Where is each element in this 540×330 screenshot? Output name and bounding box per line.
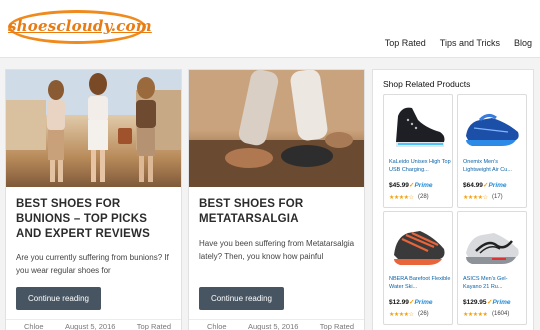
review-count[interactable]: (28) [418,194,429,200]
nav-tips-and-tricks[interactable]: Tips and Tricks [440,38,500,48]
product-name[interactable]: KaLeido Unisex High Top USB Charging... [389,159,451,174]
post-excerpt: Have you been suffering from Metatarsalg… [199,239,355,261]
product-name[interactable]: ASICS Men's Gel-Kayano 21 Ru... [463,276,525,291]
product-card[interactable]: Onemix Men's Lightweight Air Cu... $64.9… [457,94,527,208]
nav-top-rated[interactable]: Top Rated [385,38,426,48]
led-high-top-sneaker-icon[interactable] [388,98,448,156]
product-price: $12.99 [389,299,409,306]
rating-stars: ★★★★★ [463,312,488,318]
prime-badge: ✓Prime [409,299,433,306]
product-name[interactable]: NBERA Barefoot Flexible Water Ski... [389,276,451,291]
post-meta: Chloe August 5, 2016 Top Rated [6,319,181,330]
post-category[interactable]: Top Rated [137,322,171,330]
water-shoe-icon[interactable] [388,215,448,273]
rating-stars: ★★★★☆ [389,195,414,201]
prime-badge: ✓Prime [483,182,507,189]
prime-badge: ✓Prime [487,299,511,306]
post-card: BEST SHOES FOR BUNIONS – TOP PICKS AND E… [5,69,182,330]
logo-text: shoescloudy.com [8,17,152,35]
review-count[interactable]: (26) [418,311,429,317]
shop-sidebar: Shop Related Products KaLeido Unisex Hig… [372,69,534,330]
post-card: BEST SHOES FOR METATARSALGIA Have you be… [188,69,365,330]
product-price: $129.95 [463,299,487,306]
blue-running-shoe-icon[interactable] [462,98,522,156]
post-meta: Chloe August 5, 2016 Top Rated [189,319,364,330]
sidebar-title: Shop Related Products [383,79,471,89]
post-thumbnail-women-walking[interactable] [6,70,181,187]
continue-reading-button[interactable]: Continue reading [199,287,284,310]
post-title[interactable]: BEST SHOES FOR METATARSALGIA [199,197,357,227]
post-thumbnail-seated-feet[interactable] [189,70,364,187]
asics-running-shoe-icon[interactable] [462,215,522,273]
post-date: August 5, 2016 [247,322,299,330]
main-nav: Top Rated Tips and Tricks Blog [385,38,532,48]
site-logo[interactable]: shoescloudy.com [8,10,152,44]
continue-reading-button[interactable]: Continue reading [16,287,101,310]
product-name[interactable]: Onemix Men's Lightweight Air Cu... [463,159,525,174]
prime-badge: ✓Prime [409,182,433,189]
product-card[interactable]: KaLeido Unisex High Top USB Charging... … [383,94,453,208]
product-price: $45.99 [389,182,409,189]
product-card[interactable]: ASICS Men's Gel-Kayano 21 Ru... $129.95 … [457,211,527,325]
post-author[interactable]: Chloe [24,322,44,330]
nav-blog[interactable]: Blog [514,38,532,48]
post-author[interactable]: Chloe [207,322,227,330]
review-count[interactable]: (17) [492,194,503,200]
review-count[interactable]: (1604) [492,311,509,317]
rating-stars: ★★★★☆ [389,312,414,318]
rating-stars: ★★★★☆ [463,195,488,201]
post-title[interactable]: BEST SHOES FOR BUNIONS – TOP PICKS AND E… [16,197,174,242]
post-date: August 5, 2016 [64,322,116,330]
site-header: shoescloudy.com Top Rated Tips and Trick… [0,0,540,58]
post-category[interactable]: Top Rated [320,322,354,330]
product-price: $64.99 [463,182,483,189]
product-card[interactable]: NBERA Barefoot Flexible Water Ski... $12… [383,211,453,325]
post-excerpt: Are you currently suffering from bunions… [16,253,169,275]
